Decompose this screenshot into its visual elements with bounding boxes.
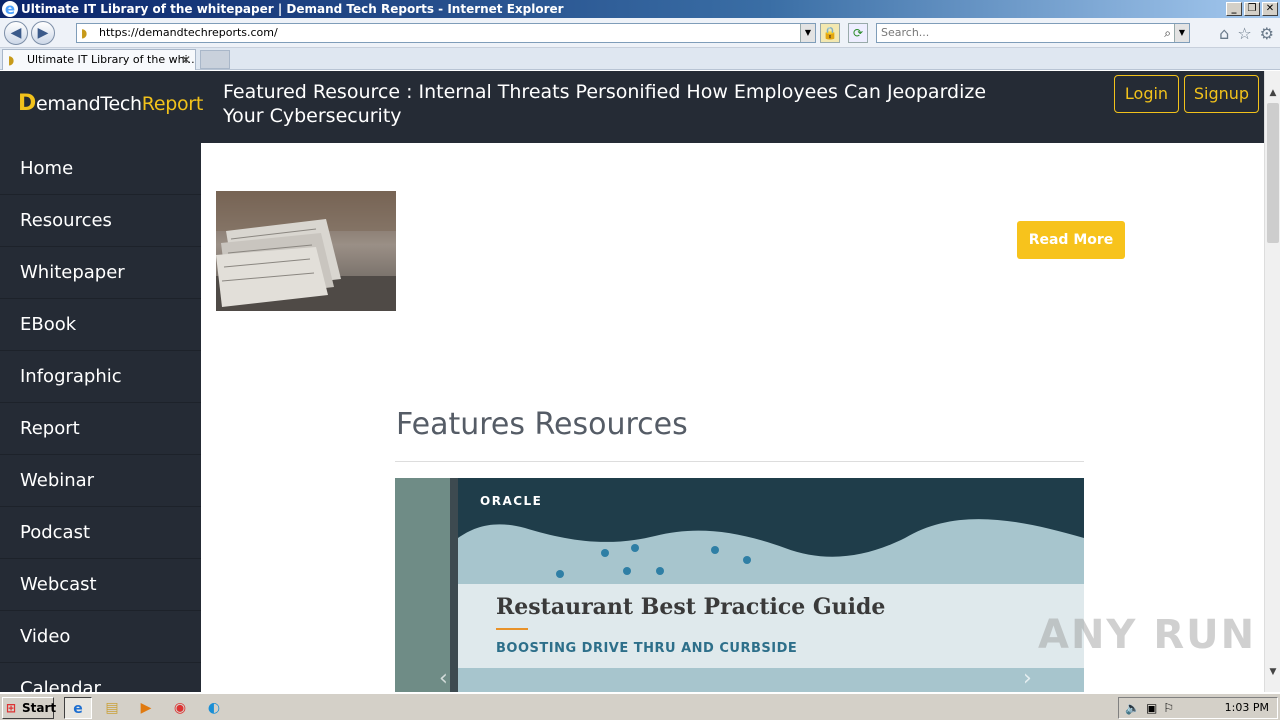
sidebar-item-podcast[interactable]: Podcast [0,507,201,559]
page-scrollbar[interactable]: ▲ ▼ [1264,71,1280,692]
sidebar-item-report[interactable]: Report [0,403,201,455]
system-tray: 🔈 ▣ ⚐ 1:03 PM [1118,697,1278,719]
site-header: DemandTechReport Featured Resource : Int… [0,71,1264,143]
scroll-down-icon[interactable]: ▼ [1265,664,1280,680]
search-icon[interactable]: ⌕ [1164,24,1171,42]
search-placeholder: Search... [881,26,930,39]
page-favicon-icon: ◗ [81,26,88,40]
minimize-button[interactable]: _ [1226,2,1242,16]
address-bar[interactable]: ◗ https://demandtechreports.com/ ▼ [76,23,816,43]
start-button[interactable]: ⊞ Start [2,697,57,719]
favorites-icon[interactable]: ☆ [1237,24,1251,43]
restore-button[interactable]: ❐ [1244,2,1260,16]
featured-resource-link[interactable]: Featured Resource : Internal Threats Per… [223,80,1023,128]
signup-button[interactable]: Signup [1184,75,1259,113]
banner-accent-rule [496,628,528,630]
section-title: Features Resources [396,407,688,442]
action-center-flag-icon[interactable]: ⚐ [1163,698,1174,718]
network-icon[interactable]: ▣ [1146,698,1157,718]
tab-close-icon[interactable]: ✕ [181,50,191,70]
sidebar-item-resources[interactable]: Resources [0,195,201,247]
internet-explorer-icon: e [2,1,18,17]
web-page: DemandTechReport Featured Resource : Int… [0,71,1264,692]
close-window-button[interactable]: ✕ [1262,2,1278,16]
search-input[interactable]: Search... ⌕ ▼ [876,23,1190,43]
sidebar-item-infographic[interactable]: Infographic [0,351,201,403]
carousel-prev-icon[interactable]: ‹ [439,666,448,691]
address-url: https://demandtechreports.com/ [99,26,278,39]
taskbar-folder-icon[interactable]: ▤ [98,697,126,719]
taskbar-media-player-icon[interactable]: ▶ [132,697,160,719]
sidebar-item-calendar[interactable]: Calendar [0,663,201,692]
refresh-icon[interactable]: ⟳ [848,23,868,43]
newspaper-thumbnail-image[interactable] [216,191,396,311]
site-logo[interactable]: DemandTechReport [18,91,203,116]
featured-resource-carousel[interactable]: ORACLE Restaurant Best Practice Guide BO… [395,478,1084,692]
login-button[interactable]: Login [1114,75,1179,113]
carousel-next-icon[interactable]: › [1023,666,1032,691]
sidebar-item-home[interactable]: Home [0,143,201,195]
sidebar-item-webinar[interactable]: Webinar [0,455,201,507]
banner-subheading: BOOSTING DRIVE THRU AND CURBSIDE [496,641,798,656]
sidebar-item-webcast[interactable]: Webcast [0,559,201,611]
home-icon[interactable]: ⌂ [1219,24,1229,43]
window-title: Ultimate IT Library of the whitepaper | … [21,2,564,16]
sidebar-item-video[interactable]: Video [0,611,201,663]
tab-bar: ◗ Ultimate IT Library of the whi... ✕ [0,48,1280,70]
tab-label: Ultimate IT Library of the whi... [27,53,196,66]
window-title-bar[interactable]: e Ultimate IT Library of the whitepaper … [0,0,1280,18]
scroll-up-icon[interactable]: ▲ [1265,85,1280,101]
volume-icon[interactable]: 🔈 [1125,698,1140,718]
scrollbar-thumb[interactable] [1267,103,1279,243]
back-button[interactable]: ◀ [4,21,28,45]
sidebar-item-whitepaper[interactable]: Whitepaper [0,247,201,299]
browser-navigation-bar: ◀ ▶ ◗ https://demandtechreports.com/ ▼ 🔒… [0,18,1280,48]
address-dropdown-icon[interactable]: ▼ [800,24,815,42]
anyrun-watermark: ANY RUN [1038,612,1257,658]
forward-button[interactable]: ▶ [31,21,55,45]
taskbar-chrome-icon[interactable]: ◉ [166,697,194,719]
sidebar-nav: Home Resources Whitepaper EBook Infograp… [0,143,201,692]
tools-gear-icon[interactable]: ⚙ [1260,24,1274,43]
taskbar-clock[interactable]: 1:03 PM [1225,698,1269,718]
taskbar-ie-icon[interactable]: e [64,697,92,719]
search-dropdown-icon[interactable]: ▼ [1174,24,1189,42]
section-divider [395,461,1084,462]
tab-favicon-icon: ◗ [8,53,15,67]
lock-icon[interactable]: 🔒 [820,23,840,43]
banner-brand-logo: ORACLE [480,494,543,508]
taskbar-edge-icon[interactable]: ◐ [200,697,228,719]
new-tab-button[interactable] [200,50,230,69]
sidebar-item-ebook[interactable]: EBook [0,299,201,351]
tab-active[interactable]: ◗ Ultimate IT Library of the whi... ✕ [2,49,196,70]
windows-taskbar: ⊞ Start e ▤ ▶ ◉ ◐ 🔈 ▣ ⚐ 1:03 PM [0,693,1280,720]
start-label: Start [22,701,57,715]
banner-heading: Restaurant Best Practice Guide [496,594,886,620]
read-more-button[interactable]: Read More [1017,221,1125,259]
windows-logo-icon: ⊞ [6,701,17,715]
